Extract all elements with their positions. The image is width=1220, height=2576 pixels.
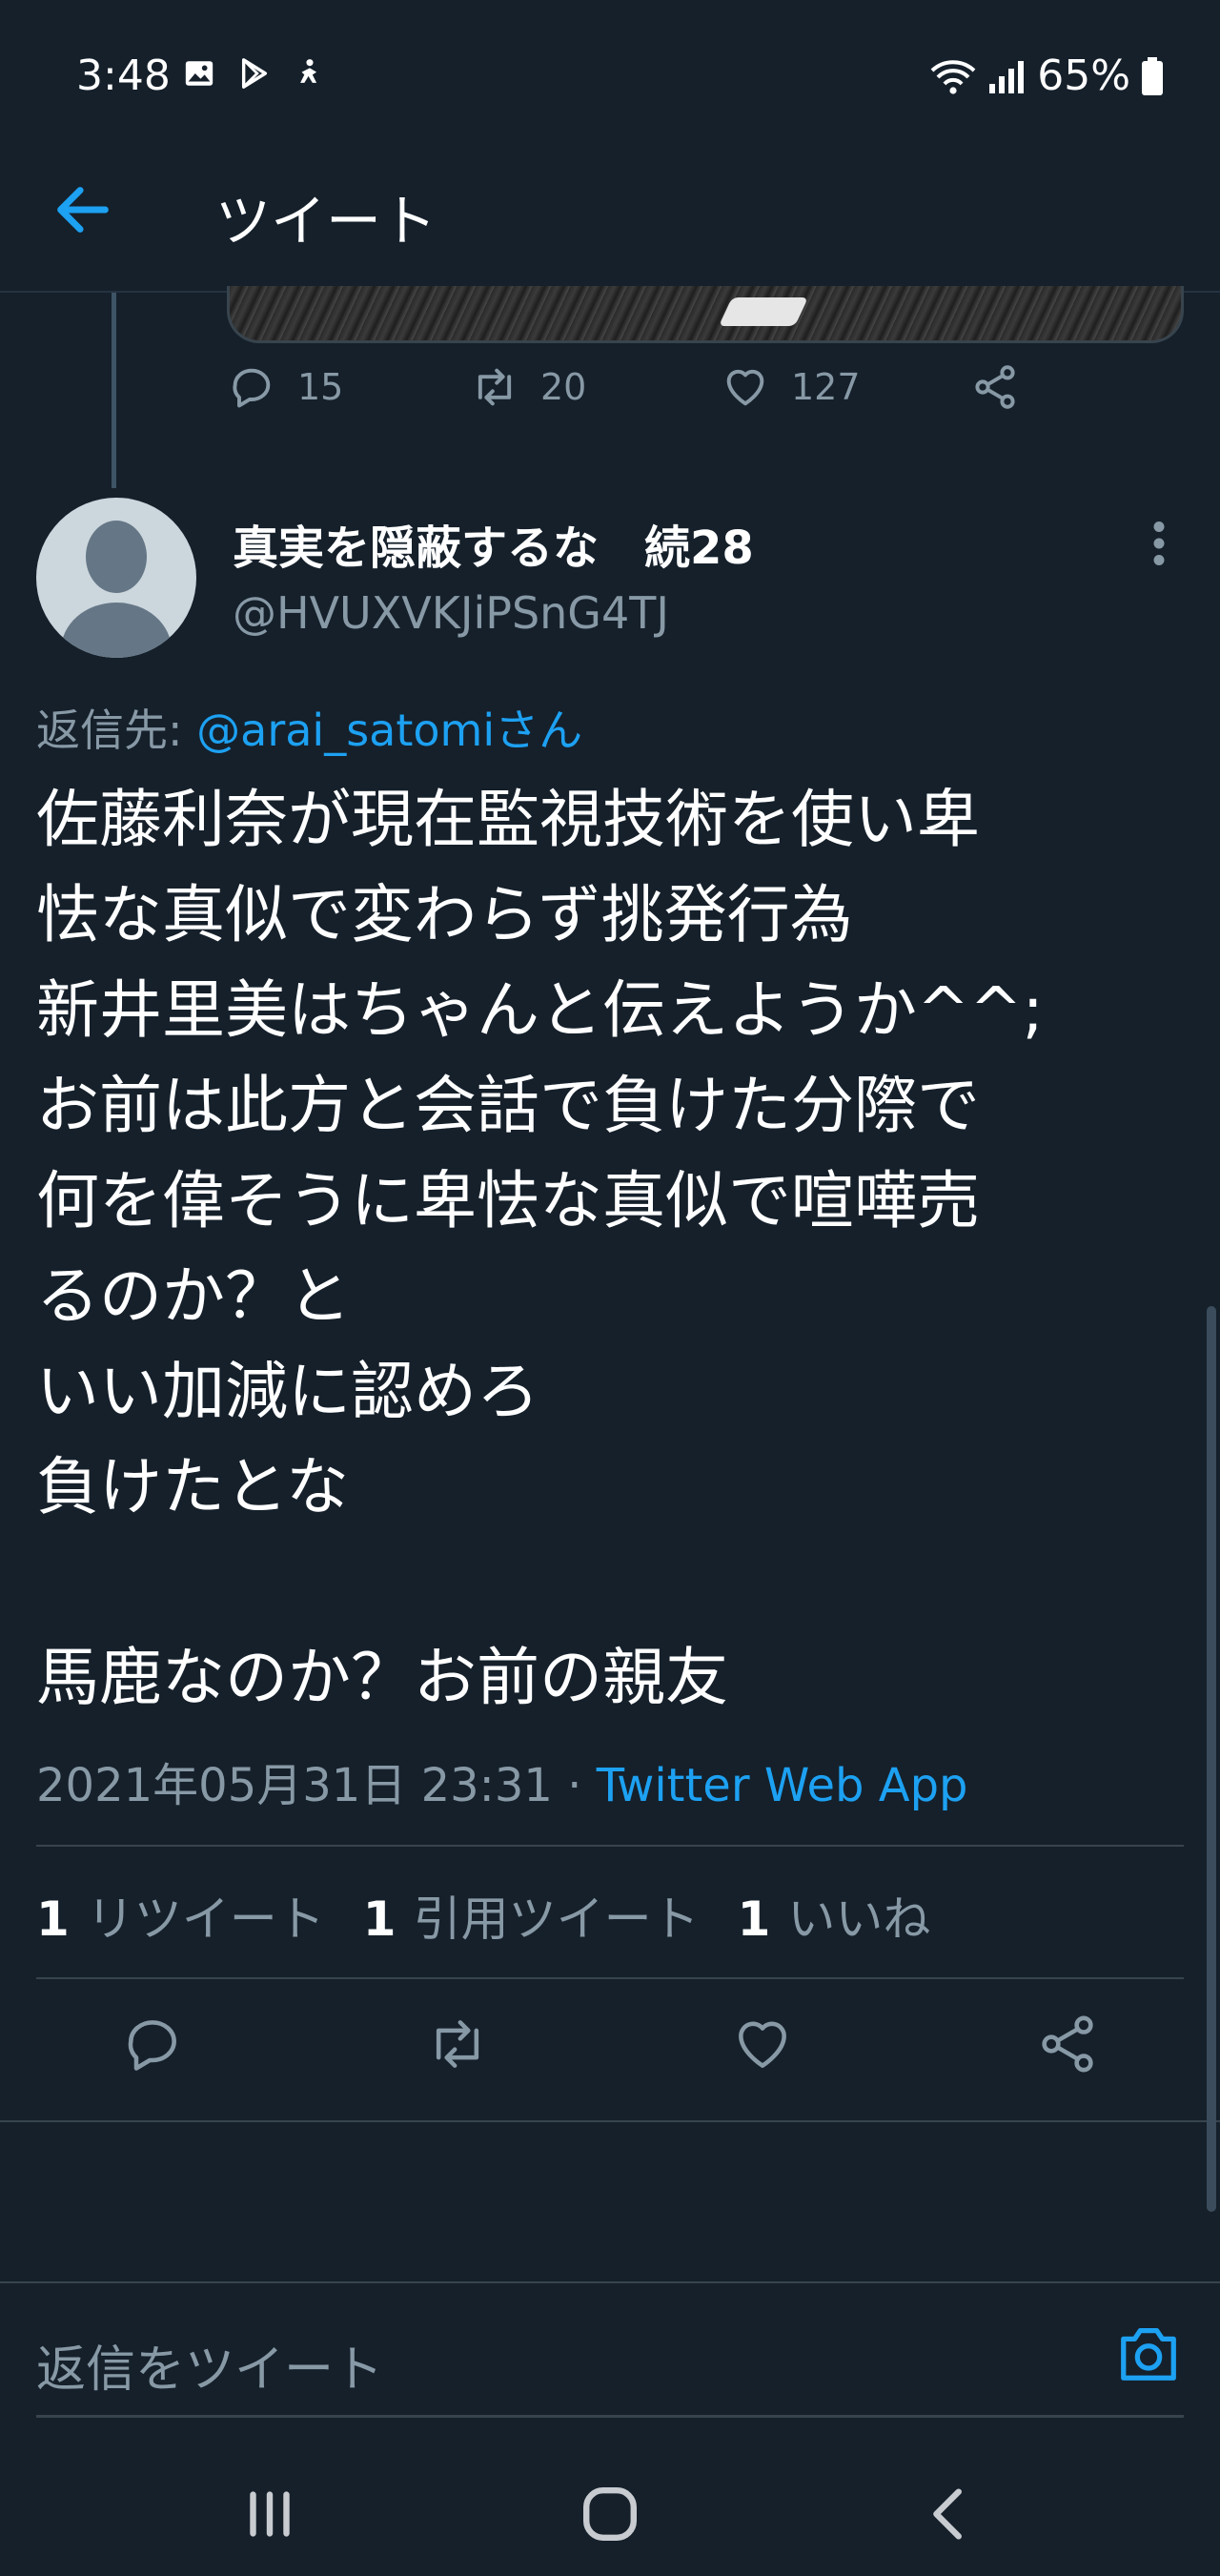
accessibility-icon bbox=[300, 59, 317, 83]
status-system-icons: 65% bbox=[930, 51, 1163, 100]
tweet-text-line: いい加減に認めろ bbox=[36, 1355, 539, 1428]
previous-tweet-actions: 15 20 127 bbox=[227, 362, 1085, 439]
camera-icon[interactable] bbox=[1115, 2321, 1182, 2384]
battery-icon bbox=[1142, 56, 1163, 95]
system-navigation-bar bbox=[0, 2443, 1220, 2576]
tweet-action-bar bbox=[0, 2012, 1220, 2088]
reply-input[interactable]: 返信をツイート bbox=[36, 2329, 383, 2401]
previous-retweet-button[interactable]: 20 bbox=[470, 362, 586, 412]
back-icon[interactable] bbox=[917, 2481, 984, 2547]
previous-like-count: 127 bbox=[791, 366, 861, 408]
reply-composer: 返信をツイート bbox=[0, 2283, 1220, 2422]
avatar[interactable] bbox=[36, 498, 196, 658]
tweet-metadata: 2021年05月31日 23:31 · Twitter Web App bbox=[36, 1748, 968, 1814]
home-icon[interactable] bbox=[577, 2481, 643, 2547]
arrow-left-icon[interactable] bbox=[50, 176, 116, 243]
status-notification-icons bbox=[181, 57, 328, 90]
author-name[interactable]: 真実を隠蔽するな 続28 bbox=[233, 510, 754, 577]
play-store-icon bbox=[241, 58, 268, 89]
scrollbar[interactable] bbox=[1207, 1306, 1216, 2212]
retweet-icon bbox=[478, 368, 512, 406]
quotes-count: 1 bbox=[362, 1891, 396, 1947]
tweet-text-line: 負けたとな bbox=[36, 1450, 350, 1523]
thread-connector-line bbox=[112, 293, 116, 488]
quotes-stat[interactable]: 1 引用ツイート bbox=[363, 1881, 700, 1950]
wifi-icon bbox=[930, 59, 976, 94]
tweet-source-link[interactable]: Twitter Web App bbox=[597, 1759, 968, 1812]
more-options-icon[interactable] bbox=[1140, 520, 1178, 567]
reply-to-label: 返信先: bbox=[36, 705, 197, 756]
heart-icon bbox=[726, 369, 764, 406]
tweet-text-line bbox=[36, 1535, 1190, 1630]
reply-icon bbox=[233, 368, 271, 408]
tweet-text-line: るのか？と bbox=[36, 1259, 351, 1333]
quotes-label: 引用ツイート bbox=[413, 1891, 700, 1947]
likes-count: 1 bbox=[737, 1891, 771, 1947]
retweets-count: 1 bbox=[36, 1891, 70, 1947]
retweet-icon[interactable] bbox=[425, 2012, 490, 2076]
likes-label: いいね bbox=[787, 1891, 931, 1947]
previous-share-button[interactable] bbox=[970, 362, 1020, 412]
page-title: ツイート bbox=[215, 189, 437, 254]
likes-stat[interactable]: 1 いいね bbox=[738, 1881, 931, 1950]
tweet-text-line: 何を偉そうに卑怯な真似で喧嘩売 bbox=[36, 1164, 980, 1237]
heart-icon[interactable] bbox=[730, 2012, 795, 2076]
divider bbox=[0, 2120, 1220, 2122]
retweets-label: リツイート bbox=[86, 1891, 325, 1947]
share-icon bbox=[975, 365, 1015, 409]
previous-retweet-count: 20 bbox=[540, 366, 587, 408]
tweet-text: 佐藤利奈が現在監視技術を使い卑 怯な真似で変わらず挑発行為 新井里美はちゃんと伝… bbox=[36, 772, 1190, 1726]
tweet-text-line: 怯な真似で変わらず挑発行為 bbox=[36, 878, 853, 951]
reply-icon[interactable] bbox=[120, 2012, 185, 2076]
tweet-text-line: 馬鹿なのか？お前の親友 bbox=[36, 1641, 728, 1714]
status-time: 3:48 bbox=[76, 51, 171, 100]
retweets-stat[interactable]: 1 リツイート bbox=[36, 1881, 325, 1950]
divider bbox=[36, 1977, 1184, 1979]
top-bar: ツイート bbox=[0, 129, 1220, 293]
author-handle[interactable]: @HVUXVKJiPSnG4TJ bbox=[233, 587, 669, 639]
battery-percent: 65% bbox=[1037, 51, 1130, 100]
share-icon[interactable] bbox=[1035, 2012, 1100, 2076]
default-avatar-icon bbox=[61, 521, 172, 658]
recent-apps-icon[interactable] bbox=[236, 2481, 303, 2547]
tweet-text-line: 新井里美はちゃんと伝えようか^^; bbox=[36, 973, 1044, 1047]
reply-to-mention[interactable]: @arai_satomiさん bbox=[196, 705, 582, 756]
tweet-text-line: お前は此方と会話で負けた分際で bbox=[36, 1069, 980, 1142]
tweet-timestamp: 2021年05月31日 23:31 · bbox=[36, 1759, 597, 1812]
reply-to-line: 返信先: @arai_satomiさん bbox=[36, 696, 582, 759]
previous-tweet-media[interactable] bbox=[227, 286, 1184, 343]
previous-like-button[interactable]: 127 bbox=[721, 362, 861, 412]
image-icon bbox=[185, 61, 214, 86]
signal-icon bbox=[989, 60, 1025, 93]
reply-input-underline bbox=[36, 2415, 1184, 2418]
status-bar: 3:48 65% bbox=[0, 0, 1220, 129]
previous-reply-count: 15 bbox=[297, 366, 344, 408]
tweet-stats: 1 リツイート 1 引用ツイート 1 いいね bbox=[36, 1881, 930, 1950]
previous-reply-button[interactable]: 15 bbox=[227, 362, 343, 412]
divider bbox=[36, 1845, 1184, 1847]
tweet-text-line: 佐藤利奈が現在監視技術を使い卑 bbox=[36, 783, 980, 856]
